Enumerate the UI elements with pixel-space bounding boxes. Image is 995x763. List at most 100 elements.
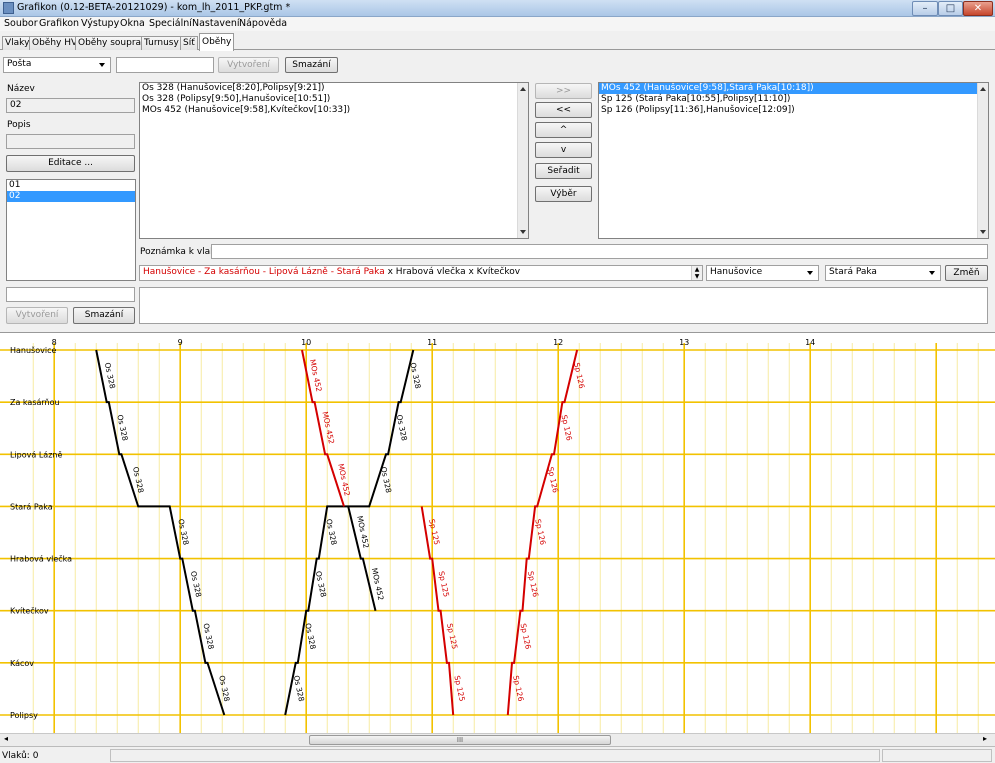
scroll-right-icon[interactable]: ▸ [983, 734, 987, 743]
hour-label: 11 [427, 338, 437, 347]
assigned-train-item[interactable]: MOs 452 (Hanušovice[9:58],Stará Paka[10:… [599, 83, 988, 94]
maximize-icon: □ [945, 3, 956, 14]
tab-sit[interactable]: Síť [180, 36, 198, 50]
scroll-down-icon[interactable] [520, 230, 526, 234]
scroll-down-icon[interactable] [980, 230, 986, 234]
tab-obehy-hv[interactable]: Oběhy HV [29, 36, 81, 50]
route-field[interactable]: Hanušovice - Za kasárňou - Lipová Lázně … [139, 265, 703, 281]
menu-vystupy[interactable]: Výstupy [81, 18, 119, 29]
available-list-scrollbar[interactable] [517, 83, 528, 238]
chevron-down-icon [807, 271, 813, 275]
route-info-area[interactable] [139, 287, 988, 324]
menu-okna[interactable]: Okna [120, 18, 145, 29]
status-bar: Vlaků: 0 [0, 746, 995, 763]
change-button[interactable]: Změň [945, 265, 988, 281]
hour-label: 12 [553, 338, 563, 347]
tab-bar: Vlaky Oběhy HV Oběhy souprav Turnusy Síť… [0, 31, 995, 51]
train-label: Os 328 [292, 675, 306, 703]
to-station-select[interactable]: Stará Paka [825, 265, 941, 281]
type-select-value: Pošta [7, 59, 32, 69]
move-down-button[interactable]: v [535, 142, 592, 158]
menu-napoveda[interactable]: Nápověda [239, 18, 287, 29]
circulation-item-02[interactable]: 02 [7, 191, 135, 202]
left-delete-button[interactable]: Smazání [73, 307, 135, 324]
circulation-item-01[interactable]: 01 [7, 180, 135, 191]
train-label: Sp 126 [519, 622, 533, 650]
select-button[interactable]: Výběr [535, 186, 592, 202]
route-rest-text: x Hrabová vlečka x Kvítečkov [384, 267, 521, 277]
create-button[interactable]: Vytvoření [218, 57, 279, 73]
circulation-list[interactable]: 01 02 [6, 179, 136, 281]
train-label: Sp 126 [560, 414, 574, 442]
hour-label: 13 [679, 338, 689, 347]
station-label: Polipsy [10, 711, 38, 720]
move-up-button[interactable]: ^ [535, 122, 592, 138]
scroll-up-icon[interactable] [520, 87, 526, 91]
available-train-item[interactable]: Os 328 (Polipsy[9:50],Hanušovice[10:51]) [140, 94, 528, 105]
graph-canvas[interactable]: 8 9 10 11 12 13 14HanušoviceZa kasárňouLipová … [0, 333, 995, 733]
hour-label: 10 [301, 338, 311, 347]
tab-turnusy[interactable]: Turnusy [141, 36, 182, 50]
description-field[interactable] [6, 134, 135, 149]
train-label: Os 328 [408, 362, 422, 390]
train-label: Os 328 [324, 518, 338, 546]
train-label: Sp 126 [533, 518, 547, 546]
scroll-up-icon[interactable] [980, 87, 986, 91]
new-circulation-input[interactable] [6, 287, 135, 302]
from-station-value: Hanušovice [710, 267, 763, 277]
assigned-train-item[interactable]: Sp 126 (Polipsy[11:36],Hanušovice[12:09]… [599, 105, 988, 116]
sort-button[interactable]: Seřadit [535, 163, 592, 179]
available-train-item[interactable]: Os 328 (Hanušovice[8:20],Polipsy[9:21]) [140, 83, 528, 94]
assigned-list-scrollbar[interactable] [977, 83, 988, 238]
status-cell [882, 749, 992, 762]
menu-grafikon[interactable]: Grafikon [39, 18, 79, 29]
window-title: Grafikon (0.12-BETA-20121029) - kom_lh_2… [17, 2, 291, 13]
station-label: Kvítečkov [10, 606, 49, 616]
train-label: Sp 126 [511, 675, 525, 703]
menu-nastaveni[interactable]: Nastavení [192, 18, 240, 29]
train-count-status: Vlaků: 0 [2, 751, 39, 761]
to-station-value: Stará Paka [829, 267, 877, 277]
type-select[interactable]: Pošta [3, 57, 111, 73]
left-create-button[interactable]: Vytvoření [6, 307, 68, 324]
tab-vlaky[interactable]: Vlaky [2, 36, 33, 50]
circulation-name-input[interactable] [116, 57, 214, 73]
scroll-left-icon[interactable]: ◂ [4, 734, 8, 743]
station-label: Za kasárňou [10, 397, 60, 407]
maximize-button[interactable]: □ [938, 1, 963, 16]
train-path [95, 349, 226, 716]
route-spinner[interactable]: ▲ ▼ [691, 266, 702, 280]
name-label: Název [7, 84, 35, 94]
close-button[interactable]: ✕ [963, 1, 993, 16]
minimize-icon: – [922, 3, 928, 14]
station-label: Stará Paka [10, 502, 53, 511]
edit-button[interactable]: Editace ... [6, 155, 135, 172]
train-label: Os 328 [395, 414, 409, 442]
train-label: Os 328 [201, 622, 215, 650]
station-label: Hrabová vlečka [10, 554, 72, 564]
available-train-item[interactable]: MOs 452 (Hanušovice[9:58],Kvítečkov[10:3… [140, 105, 528, 116]
from-station-select[interactable]: Hanušovice [706, 265, 819, 281]
title-bar: Grafikon (0.12-BETA-20121029) - kom_lh_2… [0, 0, 995, 17]
train-label: Os 328 [103, 362, 117, 390]
train-label: Os 328 [176, 518, 190, 546]
train-note-input[interactable] [211, 244, 988, 259]
timetable-graph[interactable]: 8 9 10 11 12 13 14 Hanušovice Za kasárňou Lipová … [0, 332, 995, 733]
delete-button[interactable]: Smazání [285, 57, 338, 73]
minimize-button[interactable]: – [912, 1, 938, 16]
menu-soubor[interactable]: Soubor [4, 18, 38, 29]
train-path [284, 349, 415, 716]
name-field[interactable]: 02 [6, 98, 135, 113]
scrollbar-thumb[interactable]: III [309, 735, 611, 745]
menu-specialni[interactable]: Speciální [149, 18, 192, 29]
assigned-train-item[interactable]: Sp 125 (Stará Paka[10:55],Polipsy[11:10]… [599, 94, 988, 105]
hour-label: 14 [805, 338, 815, 347]
available-trains-list[interactable]: Os 328 (Hanušovice[8:20],Polipsy[9:21]) … [139, 82, 529, 239]
assigned-trains-list[interactable]: MOs 452 (Hanušovice[9:58],Stará Paka[10:… [598, 82, 989, 239]
tab-obehy-souprav[interactable]: Oběhy souprav [75, 36, 150, 50]
remove-train-button[interactable]: << [535, 102, 592, 118]
graph-horizontal-scrollbar[interactable]: ◂ III ▸ [0, 733, 995, 746]
tab-obehy[interactable]: Oběhy [199, 33, 235, 51]
station-label: Kácov [10, 659, 34, 668]
add-train-button[interactable]: >> [535, 83, 592, 99]
